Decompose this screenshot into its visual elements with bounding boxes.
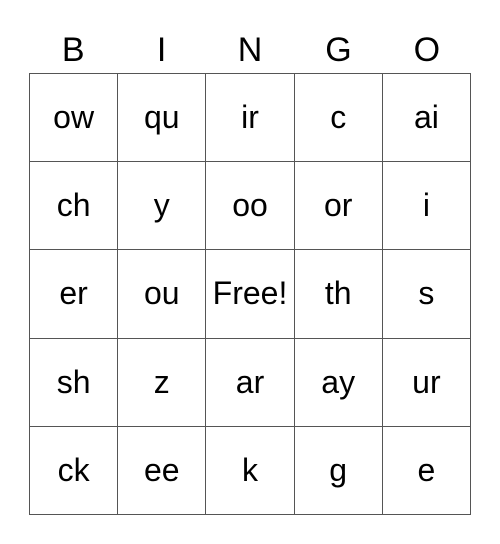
bingo-cell[interactable]: th xyxy=(294,250,383,339)
bingo-cell[interactable]: y xyxy=(118,162,207,251)
bingo-cell[interactable]: sh xyxy=(30,338,119,427)
bingo-cell[interactable]: s xyxy=(382,250,471,339)
bingo-cell[interactable]: ay xyxy=(294,338,383,427)
bingo-cell[interactable]: or xyxy=(294,162,383,251)
bingo-cell[interactable]: ai xyxy=(382,74,471,163)
bingo-cell[interactable]: ch xyxy=(30,162,119,251)
bingo-cell[interactable]: c xyxy=(294,74,383,163)
bingo-cell[interactable]: ou xyxy=(118,250,207,339)
header-letter-g: G xyxy=(325,31,352,69)
header-letter-o: O xyxy=(413,31,441,69)
bingo-cell[interactable]: g xyxy=(294,426,383,515)
bingo-cell[interactable]: i xyxy=(382,162,471,251)
bingo-cell[interactable]: e xyxy=(382,426,471,515)
header-letter-n: N xyxy=(237,31,263,69)
bingo-board: ow qu ir c ai ch y oo or i er ou Free! t… xyxy=(29,73,471,515)
bingo-header: B I N G O xyxy=(29,28,471,72)
bingo-cell[interactable]: oo xyxy=(206,162,295,251)
bingo-cell[interactable]: ck xyxy=(30,426,119,515)
free-space-cell[interactable]: Free! xyxy=(206,250,295,339)
bingo-cell[interactable]: er xyxy=(30,250,119,339)
bingo-cell[interactable]: ar xyxy=(206,338,295,427)
header-letter-i: I xyxy=(156,31,167,69)
bingo-cell[interactable]: z xyxy=(118,338,207,427)
bingo-cell[interactable]: qu xyxy=(118,74,207,163)
bingo-cell[interactable]: ow xyxy=(30,74,119,163)
header-letter-b: B xyxy=(61,31,85,69)
bingo-cell[interactable]: ee xyxy=(118,426,207,515)
bingo-cell[interactable]: k xyxy=(206,426,295,515)
bingo-cell[interactable]: ur xyxy=(382,338,471,427)
bingo-cell[interactable]: ir xyxy=(206,74,295,163)
